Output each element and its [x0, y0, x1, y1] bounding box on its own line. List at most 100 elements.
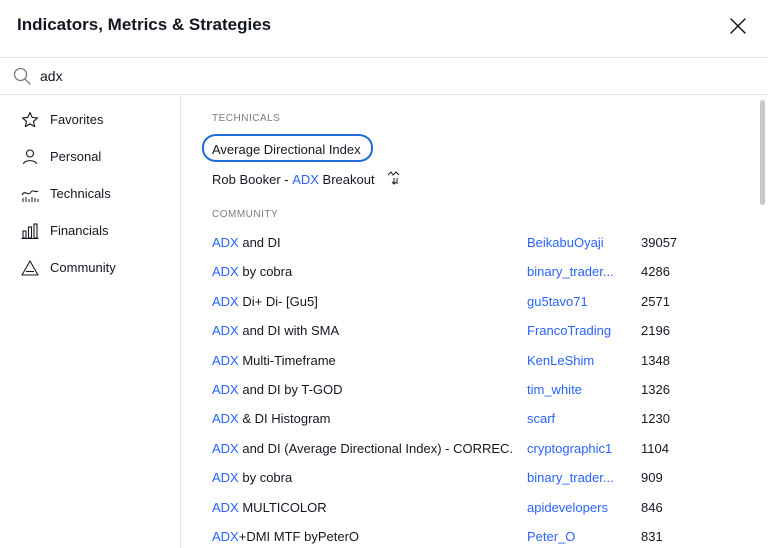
- dialog-header: Indicators, Metrics & Strategies: [0, 0, 768, 56]
- script-name-rest: by cobra: [238, 264, 293, 280]
- script-name-rest: & DI Histogram: [238, 411, 331, 427]
- item-prefix: Rob Booker -: [212, 171, 293, 187]
- script-name-rest: +DMI MTF byPeterO: [238, 529, 360, 544]
- list-item-rob-booker-adx-breakout[interactable]: Rob Booker - ADX Breakout: [212, 167, 402, 191]
- script-name-keyword: ADX: [212, 352, 239, 368]
- author-link[interactable]: scarf: [527, 411, 627, 426]
- script-name-rest: by cobra: [238, 470, 293, 486]
- indicators-dialog: Indicators, Metrics & Strategies Favorit…: [0, 0, 768, 548]
- table-row[interactable]: ADX and DI BeikabuOyaji 39057: [212, 231, 752, 257]
- sidebar-item-community[interactable]: Community: [0, 250, 180, 286]
- author-link[interactable]: cryptographic1: [527, 441, 627, 456]
- script-name-rest: and DI (Average Directional Index) - COR…: [238, 440, 512, 456]
- likes-count: 4286: [641, 264, 670, 280]
- item-keyword: ADX: [292, 171, 319, 187]
- sidebar-item-label: Financials: [50, 223, 109, 238]
- table-row[interactable]: ADX by cobra binary_trader... 909: [212, 466, 752, 492]
- author-link[interactable]: Peter_O: [527, 529, 627, 544]
- table-row[interactable]: ADX Multi-Timeframe KenLeShim 1348: [212, 349, 752, 375]
- sidebar-item-label: Community: [50, 260, 116, 275]
- author-link[interactable]: binary_trader...: [527, 264, 627, 279]
- script-name-rest: Multi-Timeframe: [238, 352, 336, 368]
- likes-count: 2571: [641, 293, 670, 309]
- sidebar-item-technicals[interactable]: Technicals: [0, 176, 180, 212]
- script-name-keyword: ADX: [212, 470, 239, 486]
- script-name-rest: Di+ Di- [Gu5]: [238, 293, 318, 309]
- script-name-keyword: ADX: [212, 293, 239, 309]
- section-heading-technicals: TECHNICALS: [212, 113, 281, 124]
- script-name: ADX MULTICOLOR: [212, 500, 512, 515]
- strategy-icon: [386, 170, 402, 189]
- table-row[interactable]: ADX and DI by T-GOD tim_white 1326: [212, 378, 752, 404]
- script-name-keyword: ADX: [212, 499, 239, 515]
- script-name-keyword: ADX: [212, 411, 239, 427]
- author-link[interactable]: BeikabuOyaji: [527, 235, 627, 250]
- script-name-rest: and DI with SMA: [238, 323, 340, 339]
- likes-count: 1348: [641, 352, 670, 368]
- author-link[interactable]: gu5tavo71: [527, 294, 627, 309]
- likes-count: 2196: [641, 323, 670, 339]
- search-icon: [13, 67, 31, 85]
- table-row[interactable]: ADX Di+ Di- [Gu5] gu5tavo71 2571: [212, 290, 752, 316]
- sidebar-item-label: Personal: [50, 149, 102, 164]
- sidebar-item-favorites[interactable]: Favorites: [0, 102, 180, 138]
- author-link[interactable]: KenLeShim: [527, 353, 627, 368]
- list-item-average-directional-index[interactable]: Average Directional Index: [212, 138, 361, 162]
- table-row[interactable]: ADX & DI Histogram scarf 1230: [212, 407, 752, 433]
- script-name: ADX and DI by T-GOD: [212, 382, 512, 397]
- likes-count: 846: [641, 499, 663, 515]
- table-row[interactable]: ADX by cobra binary_trader... 4286: [212, 260, 752, 286]
- star-icon: [20, 110, 40, 130]
- script-name-rest: MULTICOLOR: [238, 499, 327, 515]
- search-bar: [0, 57, 768, 95]
- section-heading-community: COMMUNITY: [212, 209, 279, 220]
- likes-count: 831: [641, 529, 663, 544]
- chart-line-icon: [20, 184, 40, 204]
- script-name-keyword: ADX: [212, 382, 239, 397]
- dialog-title: Indicators, Metrics & Strategies: [17, 15, 272, 34]
- results-panel: TECHNICALS Average Directional Index Rob…: [182, 96, 768, 548]
- script-name-keyword: ADX: [212, 440, 239, 456]
- likes-count: 39057: [641, 235, 678, 250]
- table-row[interactable]: ADX and DI with SMA FrancoTrading 2196: [212, 319, 752, 345]
- table-row[interactable]: ADX+DMI MTF byPeterO Peter_O 831: [212, 525, 752, 548]
- script-name: ADX Di+ Di- [Gu5]: [212, 294, 512, 309]
- script-name-keyword: ADX: [212, 323, 239, 339]
- triangle-icon: [20, 258, 40, 278]
- author-link[interactable]: tim_white: [527, 382, 627, 397]
- table-row[interactable]: ADX MULTICOLOR apidevelopers 846: [212, 496, 752, 522]
- item-suffix: Breakout: [318, 171, 375, 187]
- sidebar-item-personal[interactable]: Personal: [0, 139, 180, 175]
- script-name: ADX+DMI MTF byPeterO: [212, 529, 512, 544]
- script-name-keyword: ADX: [212, 264, 239, 280]
- user-icon: [20, 147, 40, 167]
- script-name: ADX and DI with SMA: [212, 323, 512, 338]
- sidebar-item-label: Favorites: [50, 112, 104, 127]
- search-input[interactable]: [40, 64, 740, 88]
- likes-count: 909: [641, 470, 663, 486]
- sidebar-item-label: Technicals: [50, 186, 111, 201]
- bar-chart-icon: [20, 221, 40, 241]
- script-name: ADX & DI Histogram: [212, 411, 512, 426]
- author-link[interactable]: FrancoTrading: [527, 323, 627, 338]
- script-name-rest: and DI: [238, 235, 281, 250]
- sidebar-item-financials[interactable]: Financials: [0, 213, 180, 249]
- category-sidebar: Favorites Personal Technicals Financials…: [0, 96, 181, 548]
- script-name: ADX Multi-Timeframe: [212, 353, 512, 368]
- likes-count: 1326: [641, 382, 670, 397]
- script-name: ADX by cobra: [212, 264, 512, 279]
- table-row[interactable]: ADX and DI (Average Directional Index) -…: [212, 437, 752, 463]
- author-link[interactable]: apidevelopers: [527, 500, 627, 515]
- script-name: ADX by cobra: [212, 470, 512, 485]
- item-label: Average Directional Index: [212, 142, 361, 157]
- script-name: ADX and DI: [212, 235, 512, 250]
- script-name-keyword: ADX: [212, 529, 239, 544]
- scrollbar-thumb[interactable]: [760, 100, 765, 205]
- close-icon[interactable]: [726, 14, 750, 38]
- script-name-keyword: ADX: [212, 235, 239, 250]
- likes-count: 1104: [641, 440, 669, 456]
- script-name: ADX and DI (Average Directional Index) -…: [212, 441, 512, 456]
- likes-count: 1230: [641, 411, 670, 427]
- script-name-rest: and DI by T-GOD: [238, 382, 343, 397]
- author-link[interactable]: binary_trader...: [527, 470, 627, 485]
